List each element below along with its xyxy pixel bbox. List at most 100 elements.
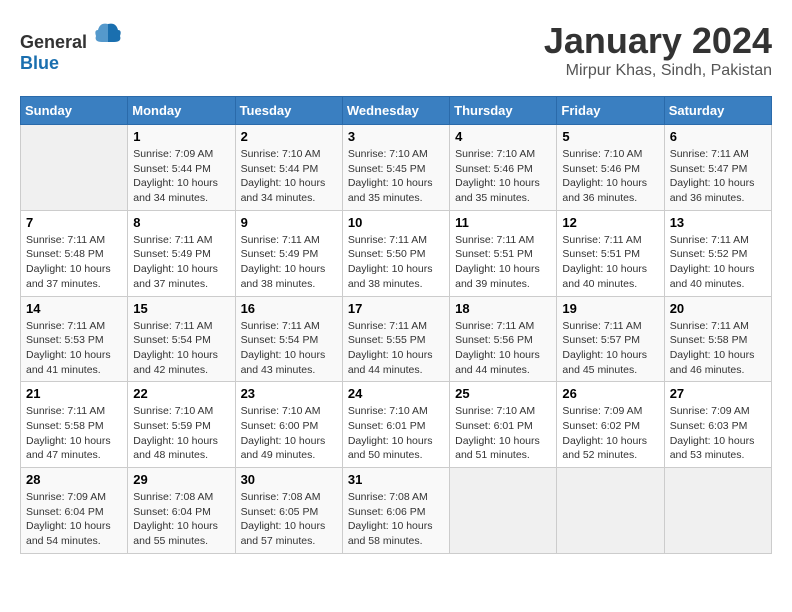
logo-icon [94, 20, 122, 48]
day-info: Sunrise: 7:10 AM Sunset: 5:46 PM Dayligh… [562, 147, 658, 206]
day-info: Sunrise: 7:08 AM Sunset: 6:04 PM Dayligh… [133, 490, 229, 549]
day-info: Sunrise: 7:10 AM Sunset: 5:44 PM Dayligh… [241, 147, 337, 206]
calendar-cell: 6 Sunrise: 7:11 AM Sunset: 5:47 PM Daylig… [664, 125, 771, 211]
day-number: 26 [562, 386, 658, 401]
day-number: 28 [26, 472, 122, 487]
day-number: 3 [348, 129, 444, 144]
day-number: 2 [241, 129, 337, 144]
day-number: 24 [348, 386, 444, 401]
calendar-cell [450, 468, 557, 554]
calendar-cell: 3 Sunrise: 7:10 AM Sunset: 5:45 PM Daylig… [342, 125, 449, 211]
calendar-cell: 11 Sunrise: 7:11 AM Sunset: 5:51 PM Dayli… [450, 210, 557, 296]
day-info: Sunrise: 7:09 AM Sunset: 5:44 PM Dayligh… [133, 147, 229, 206]
day-info: Sunrise: 7:11 AM Sunset: 5:49 PM Dayligh… [133, 233, 229, 292]
day-info: Sunrise: 7:11 AM Sunset: 5:57 PM Dayligh… [562, 319, 658, 378]
day-number: 11 [455, 215, 551, 230]
day-number: 9 [241, 215, 337, 230]
day-number: 8 [133, 215, 229, 230]
calendar-cell: 31 Sunrise: 7:08 AM Sunset: 6:06 PM Dayli… [342, 468, 449, 554]
day-info: Sunrise: 7:11 AM Sunset: 5:51 PM Dayligh… [455, 233, 551, 292]
calendar-cell: 27 Sunrise: 7:09 AM Sunset: 6:03 PM Dayli… [664, 382, 771, 468]
day-number: 5 [562, 129, 658, 144]
calendar-cell: 25 Sunrise: 7:10 AM Sunset: 6:01 PM Dayli… [450, 382, 557, 468]
calendar-row: 28 Sunrise: 7:09 AM Sunset: 6:04 PM Dayli… [21, 468, 772, 554]
day-info: Sunrise: 7:09 AM Sunset: 6:03 PM Dayligh… [670, 404, 766, 463]
calendar-cell: 2 Sunrise: 7:10 AM Sunset: 5:44 PM Daylig… [235, 125, 342, 211]
day-info: Sunrise: 7:10 AM Sunset: 6:01 PM Dayligh… [455, 404, 551, 463]
calendar-cell: 26 Sunrise: 7:09 AM Sunset: 6:02 PM Dayli… [557, 382, 664, 468]
day-info: Sunrise: 7:09 AM Sunset: 6:04 PM Dayligh… [26, 490, 122, 549]
calendar-row: 14 Sunrise: 7:11 AM Sunset: 5:53 PM Dayli… [21, 296, 772, 382]
calendar-cell: 12 Sunrise: 7:11 AM Sunset: 5:51 PM Dayli… [557, 210, 664, 296]
day-info: Sunrise: 7:11 AM Sunset: 5:50 PM Dayligh… [348, 233, 444, 292]
calendar-cell: 23 Sunrise: 7:10 AM Sunset: 6:00 PM Dayli… [235, 382, 342, 468]
day-info: Sunrise: 7:08 AM Sunset: 6:05 PM Dayligh… [241, 490, 337, 549]
logo-blue: Blue [20, 53, 59, 73]
calendar-cell: 22 Sunrise: 7:10 AM Sunset: 5:59 PM Dayli… [128, 382, 235, 468]
weekday-header: Tuesday [235, 97, 342, 125]
day-info: Sunrise: 7:11 AM Sunset: 5:48 PM Dayligh… [26, 233, 122, 292]
weekday-header: Thursday [450, 97, 557, 125]
weekday-header: Sunday [21, 97, 128, 125]
day-number: 6 [670, 129, 766, 144]
day-info: Sunrise: 7:11 AM Sunset: 5:47 PM Dayligh… [670, 147, 766, 206]
day-info: Sunrise: 7:10 AM Sunset: 5:59 PM Dayligh… [133, 404, 229, 463]
day-info: Sunrise: 7:11 AM Sunset: 5:54 PM Dayligh… [133, 319, 229, 378]
day-number: 27 [670, 386, 766, 401]
day-number: 22 [133, 386, 229, 401]
day-info: Sunrise: 7:11 AM Sunset: 5:51 PM Dayligh… [562, 233, 658, 292]
day-info: Sunrise: 7:10 AM Sunset: 5:46 PM Dayligh… [455, 147, 551, 206]
logo: General Blue [20, 20, 122, 74]
day-info: Sunrise: 7:11 AM Sunset: 5:54 PM Dayligh… [241, 319, 337, 378]
day-info: Sunrise: 7:11 AM Sunset: 5:58 PM Dayligh… [670, 319, 766, 378]
day-number: 16 [241, 301, 337, 316]
calendar-cell: 20 Sunrise: 7:11 AM Sunset: 5:58 PM Dayli… [664, 296, 771, 382]
calendar-cell: 28 Sunrise: 7:09 AM Sunset: 6:04 PM Dayli… [21, 468, 128, 554]
calendar-cell: 7 Sunrise: 7:11 AM Sunset: 5:48 PM Daylig… [21, 210, 128, 296]
day-info: Sunrise: 7:10 AM Sunset: 6:00 PM Dayligh… [241, 404, 337, 463]
page-header: General Blue January 2024 Mirpur Khas, S… [20, 20, 772, 80]
calendar-cell: 30Sunrise: 7:08 AM Sunset: 6:05 PM Dayli… [235, 468, 342, 554]
day-number: 23 [241, 386, 337, 401]
day-number: 19 [562, 301, 658, 316]
day-number: 25 [455, 386, 551, 401]
day-number: 21 [26, 386, 122, 401]
calendar-cell: 19 Sunrise: 7:11 AM Sunset: 5:57 PM Dayli… [557, 296, 664, 382]
day-number: 12 [562, 215, 658, 230]
day-info: Sunrise: 7:09 AM Sunset: 6:02 PM Dayligh… [562, 404, 658, 463]
calendar-cell: 14 Sunrise: 7:11 AM Sunset: 5:53 PM Dayli… [21, 296, 128, 382]
calendar-cell [21, 125, 128, 211]
logo-general: General [20, 32, 87, 52]
calendar-cell: 9 Sunrise: 7:11 AM Sunset: 5:49 PM Daylig… [235, 210, 342, 296]
day-info: Sunrise: 7:11 AM Sunset: 5:58 PM Dayligh… [26, 404, 122, 463]
calendar-cell: 18Sunrise: 7:11 AM Sunset: 5:56 PM Dayli… [450, 296, 557, 382]
day-number: 14 [26, 301, 122, 316]
calendar-cell: 1 Sunrise: 7:09 AM Sunset: 5:44 PM Daylig… [128, 125, 235, 211]
weekday-header: Saturday [664, 97, 771, 125]
day-number: 20 [670, 301, 766, 316]
calendar-table: SundayMondayTuesdayWednesdayThursdayFrid… [20, 96, 772, 554]
day-info: Sunrise: 7:11 AM Sunset: 5:52 PM Dayligh… [670, 233, 766, 292]
calendar-cell: 15 Sunrise: 7:11 AM Sunset: 5:54 PM Dayli… [128, 296, 235, 382]
day-number: 1 [133, 129, 229, 144]
day-number: 13 [670, 215, 766, 230]
calendar-row: 7 Sunrise: 7:11 AM Sunset: 5:48 PM Daylig… [21, 210, 772, 296]
weekday-header: Wednesday [342, 97, 449, 125]
calendar-cell: 24 Sunrise: 7:10 AM Sunset: 6:01 PM Dayli… [342, 382, 449, 468]
day-number: 10 [348, 215, 444, 230]
day-info: Sunrise: 7:10 AM Sunset: 6:01 PM Dayligh… [348, 404, 444, 463]
calendar-cell: 17 Sunrise: 7:11 AM Sunset: 5:55 PM Dayli… [342, 296, 449, 382]
calendar-cell: 4Sunrise: 7:10 AM Sunset: 5:46 PM Daylig… [450, 125, 557, 211]
calendar-cell [557, 468, 664, 554]
day-info: Sunrise: 7:11 AM Sunset: 5:53 PM Dayligh… [26, 319, 122, 378]
day-number: 15 [133, 301, 229, 316]
day-number: 17 [348, 301, 444, 316]
calendar-cell [664, 468, 771, 554]
day-number: 31 [348, 472, 444, 487]
calendar-cell: 29Sunrise: 7:08 AM Sunset: 6:04 PM Dayli… [128, 468, 235, 554]
day-info: Sunrise: 7:08 AM Sunset: 6:06 PM Dayligh… [348, 490, 444, 549]
day-number: 7 [26, 215, 122, 230]
day-info: Sunrise: 7:11 AM Sunset: 5:55 PM Dayligh… [348, 319, 444, 378]
day-info: Sunrise: 7:10 AM Sunset: 5:45 PM Dayligh… [348, 147, 444, 206]
day-info: Sunrise: 7:11 AM Sunset: 5:49 PM Dayligh… [241, 233, 337, 292]
